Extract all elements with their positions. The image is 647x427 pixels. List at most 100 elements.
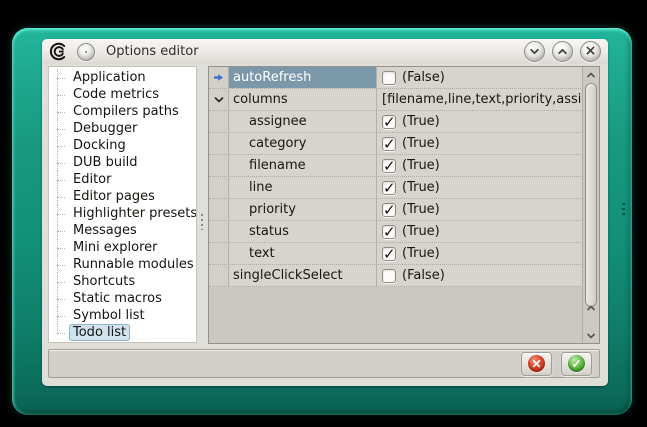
sidebar-item-label: Todo list <box>69 324 130 341</box>
row-gutter <box>209 133 229 154</box>
value-checkbox[interactable] <box>382 225 396 239</box>
sidebar-item-label: Highlighter presets <box>69 205 197 222</box>
property-row[interactable]: columns [filename,line,text,priority,ass… <box>209 89 599 111</box>
sidebar-item-label: Editor <box>69 171 115 188</box>
property-name[interactable]: line <box>229 177 377 198</box>
sidebar-item-label: Debugger <box>69 120 141 137</box>
value-checkbox[interactable] <box>382 159 396 173</box>
property-row[interactable]: priority (True) <box>209 199 599 221</box>
value-checkbox[interactable] <box>382 203 396 217</box>
sidebar-splitter[interactable] <box>197 66 208 343</box>
property-value: [filename,line,text,priority,assigne <box>382 92 599 107</box>
property-row[interactable]: autoRefresh (False) <box>209 67 599 89</box>
property-row[interactable]: text (True) <box>209 243 599 265</box>
property-name[interactable]: category <box>229 133 377 154</box>
sidebar-item-label: DUB build <box>69 154 142 171</box>
selected-row-arrow-icon <box>213 72 224 83</box>
row-gutter <box>209 89 229 110</box>
property-value: (False) <box>402 70 445 85</box>
sidebar-item[interactable]: Shortcuts <box>49 273 196 290</box>
sidebar-item-label: Symbol list <box>69 307 149 324</box>
value-checkbox[interactable] <box>382 181 396 195</box>
scroll-up-button[interactable] <box>584 68 598 82</box>
sidebar-item[interactable]: Editor <box>49 171 196 188</box>
row-gutter <box>209 155 229 176</box>
property-name[interactable]: status <box>229 221 377 242</box>
property-name[interactable]: priority <box>229 199 377 220</box>
sidebar-item[interactable]: Mini explorer <box>49 239 196 256</box>
property-value: (True) <box>402 136 440 151</box>
property-value: (True) <box>402 180 440 195</box>
property-row[interactable]: singleClickSelect (False) <box>209 265 599 287</box>
property-value: (True) <box>402 202 440 217</box>
sidebar-item-label: Code metrics <box>69 86 163 103</box>
value-checkbox[interactable] <box>382 137 396 151</box>
cancel-button[interactable]: ✕ <box>521 352 552 376</box>
property-name[interactable]: singleClickSelect <box>229 265 377 286</box>
options-editor-window: Options editor × ApplicationCode metrics… <box>12 28 632 415</box>
minimize-button[interactable] <box>524 41 545 62</box>
sidebar-item[interactable]: Compilers paths <box>49 103 196 120</box>
value-checkbox[interactable] <box>382 115 396 129</box>
close-icon: × <box>585 44 597 58</box>
value-checkbox[interactable] <box>382 269 396 283</box>
footer-toolbar: ✕ ✓ <box>48 349 600 378</box>
row-gutter <box>209 221 229 242</box>
window-title: Options editor <box>106 44 524 59</box>
sidebar-item[interactable]: Debugger <box>49 120 196 137</box>
window-menu-button[interactable] <box>77 43 95 61</box>
scroll-down-button[interactable] <box>584 328 598 342</box>
property-grid-rows: autoRefresh (False) columns [filename,li… <box>209 67 599 287</box>
property-value: (False) <box>402 268 445 283</box>
property-row[interactable]: category (True) <box>209 133 599 155</box>
sidebar-item[interactable]: Messages <box>49 222 196 239</box>
scroll-up-button-2[interactable] <box>584 301 598 315</box>
sidebar-item[interactable]: Application <box>49 69 196 86</box>
sidebar-item-label: Application <box>69 69 150 86</box>
property-grid: autoRefresh (False) columns [filename,li… <box>208 66 600 344</box>
row-gutter <box>209 243 229 264</box>
titlebar[interactable]: Options editor × <box>42 39 608 64</box>
row-gutter <box>209 265 229 286</box>
value-checkbox[interactable] <box>382 71 396 85</box>
expand-chevron-icon[interactable] <box>214 95 224 104</box>
property-name[interactable]: filename <box>229 155 377 176</box>
sidebar-item[interactable]: Editor pages <box>49 188 196 205</box>
property-name[interactable]: text <box>229 243 377 264</box>
row-gutter <box>209 199 229 220</box>
sidebar-item[interactable]: Static macros <box>49 290 196 307</box>
sidebar-item-label: Mini explorer <box>69 239 162 256</box>
accept-button[interactable]: ✓ <box>561 352 592 376</box>
chevron-up-icon <box>586 304 596 313</box>
property-row[interactable]: status (True) <box>209 221 599 243</box>
sidebar-item-label: Docking <box>69 137 130 154</box>
value-checkbox[interactable] <box>382 247 396 261</box>
property-row[interactable]: assignee (True) <box>209 111 599 133</box>
sidebar-item[interactable]: Code metrics <box>49 86 196 103</box>
chevron-down-icon <box>529 46 540 57</box>
scrollbar-thumb[interactable] <box>585 83 597 307</box>
property-name[interactable]: assignee <box>229 111 377 132</box>
property-value: (True) <box>402 158 440 173</box>
window-resize-grip[interactable] <box>622 203 625 217</box>
sidebar-item-label: Runnable modules <box>69 256 197 273</box>
sidebar-item[interactable]: Runnable modules <box>49 256 196 273</box>
chevron-up-icon <box>557 46 568 57</box>
property-name[interactable]: autoRefresh <box>229 67 377 88</box>
property-value: (True) <box>402 114 440 129</box>
property-name[interactable]: columns <box>229 89 377 110</box>
sidebar-item[interactable]: DUB build <box>49 154 196 171</box>
property-row[interactable]: filename (True) <box>209 155 599 177</box>
sidebar-item-label: Messages <box>69 222 141 239</box>
vertical-scrollbar[interactable] <box>582 67 599 343</box>
maximize-button[interactable] <box>552 41 573 62</box>
row-gutter <box>209 67 229 88</box>
sidebar-item-label: Static macros <box>69 290 166 307</box>
property-row[interactable]: line (True) <box>209 177 599 199</box>
sidebar-item[interactable]: Highlighter presets <box>49 205 196 222</box>
sidebar-item[interactable]: Todo list <box>49 324 196 341</box>
close-button[interactable]: × <box>580 41 601 62</box>
sidebar-item[interactable]: Docking <box>49 137 196 154</box>
chevron-down-icon <box>586 331 596 340</box>
sidebar-item[interactable]: Symbol list <box>49 307 196 324</box>
